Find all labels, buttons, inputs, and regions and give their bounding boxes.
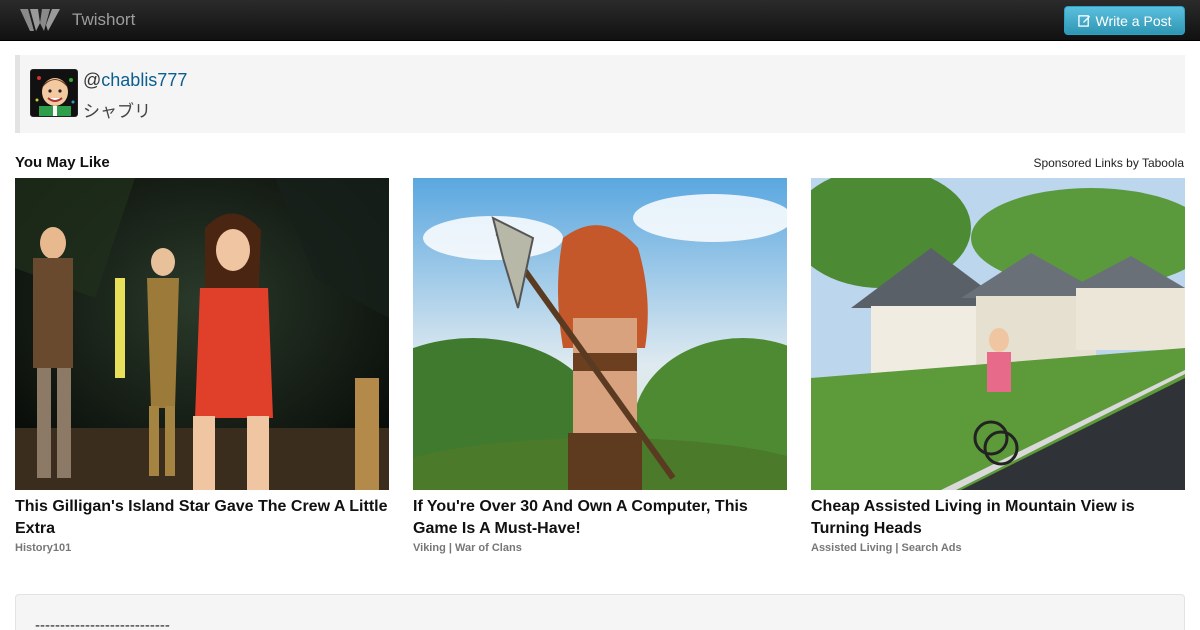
author-handle-link[interactable]: chablis777 <box>101 70 187 90</box>
edit-icon <box>1077 15 1090 27</box>
recommendation-card[interactable]: If You're Over 30 And Own A Computer, Th… <box>413 178 787 554</box>
recommendation-headline[interactable]: If You're Over 30 And Own A Computer, Th… <box>413 496 787 540</box>
author-display-name: シャブリ <box>83 102 151 121</box>
brand-name[interactable]: Twishort <box>72 10 135 30</box>
recommendation-card[interactable]: Cheap Assisted Living in Mountain View i… <box>811 178 1185 554</box>
recommendation-card[interactable]: This Gilligan's Island Star Gave The Cre… <box>15 178 389 554</box>
write-post-button[interactable]: Write a Post <box>1064 6 1185 35</box>
recommendations-title: You May Like <box>15 154 110 171</box>
recommendation-thumbnail[interactable] <box>811 178 1185 490</box>
write-post-label: Write a Post <box>1095 12 1172 29</box>
recommendation-source: History101 <box>15 542 72 554</box>
recommendation-source: Viking | War of Clans <box>413 542 522 554</box>
sponsored-links-label[interactable]: Sponsored Links by Taboola <box>1033 156 1184 170</box>
top-navbar: Twishort Write a Post <box>0 0 1200 41</box>
recommendation-thumbnail[interactable] <box>15 178 389 490</box>
avatar[interactable] <box>30 69 78 117</box>
recommendation-headline[interactable]: Cheap Assisted Living in Mountain View i… <box>811 496 1185 540</box>
twishort-logo-icon[interactable] <box>18 5 62 35</box>
recommendation-headline[interactable]: This Gilligan's Island Star Gave The Cre… <box>15 496 389 540</box>
recommendation-source: Assisted Living | Search Ads <box>811 542 962 554</box>
post-text: --------------------------- <box>35 617 170 630</box>
post-content-panel: --------------------------- <box>15 594 1185 630</box>
author-handle: @chablis777 <box>83 70 187 91</box>
recommendation-thumbnail[interactable] <box>413 178 787 490</box>
handle-prefix: @ <box>83 70 102 90</box>
author-card: @chablis777 シャブリ <box>15 55 1185 133</box>
